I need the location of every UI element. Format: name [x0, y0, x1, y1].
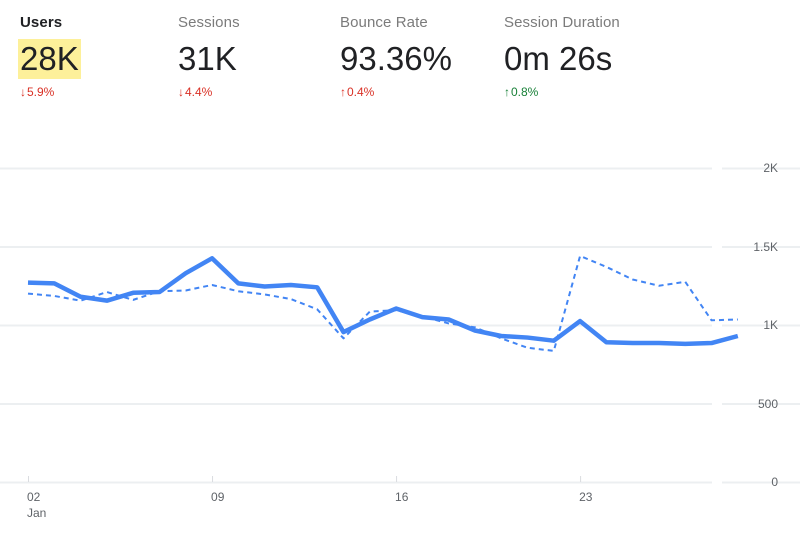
chart-series-layer	[27, 254, 739, 352]
chart-canvas	[0, 167, 800, 484]
scorecard-value: 93.36%	[340, 40, 452, 77]
y-axis-tick-label: 0	[771, 475, 778, 489]
chart-line-current	[27, 256, 739, 347]
x-axis-tick-label: 09	[211, 490, 225, 504]
scorecard-value: 31K	[178, 40, 237, 77]
x-axis-month-label: Jan	[27, 506, 47, 520]
time-series-chart[interactable]: 0 500 1K 1.5K 2K 02 09 16 23 Jan	[0, 130, 800, 540]
arrow-up-icon: ↑	[340, 85, 346, 99]
scorecard-sessions[interactable]: Sessions 31K ↓ 4.4%	[178, 14, 240, 99]
scorecard-bounce-rate[interactable]: Bounce Rate 93.36% ↑ 0.4%	[340, 14, 452, 99]
scorecard-value: 0m 26s	[504, 40, 613, 77]
y-axis-tick-label: 500	[757, 396, 778, 411]
scorecard-label: Session Duration	[504, 14, 620, 31]
y-axis-tick-label: 1K	[763, 318, 778, 332]
scorecard-label: Bounce Rate	[340, 14, 428, 31]
arrow-up-icon: ↑	[504, 85, 510, 99]
chart-line-previous	[27, 254, 738, 352]
scorecard-label: Sessions	[178, 14, 240, 31]
scorecard-value: 28K	[18, 39, 81, 79]
scorecard-delta-value: 5.9%	[27, 85, 55, 99]
arrow-down-icon: ↓	[20, 85, 26, 99]
chart-gridlines	[0, 167, 800, 484]
y-axis-tick-label: 1.5K	[753, 239, 778, 254]
scorecard-label: Users	[20, 14, 63, 31]
x-axis-tick-label: 23	[579, 490, 593, 504]
scorecard-session-duration[interactable]: Session Duration 0m 26s ↑ 0.8%	[504, 14, 620, 99]
scorecard-delta: ↓ 5.9%	[20, 85, 81, 99]
x-axis-tick-label: 16	[395, 490, 409, 504]
scorecard-delta: ↑ 0.8%	[504, 85, 620, 99]
scorecard-delta: ↓ 4.4%	[178, 85, 240, 99]
scorecard-users[interactable]: Users 28K ↓ 5.9%	[18, 14, 81, 99]
y-axis-tick-label: 2K	[763, 161, 778, 175]
x-axis-tick-label: 02	[27, 490, 41, 504]
scorecard-delta-value: 4.4%	[185, 85, 213, 99]
arrow-down-icon: ↓	[178, 85, 184, 99]
scorecard-row: Users 28K ↓ 5.9% Sessions 31K ↓ 4.4% Bou…	[0, 0, 800, 130]
scorecard-delta-value: 0.4%	[347, 85, 375, 99]
scorecard-delta: ↑ 0.4%	[340, 85, 452, 99]
chart-x-ticks	[28, 476, 582, 482]
scorecard-delta-value: 0.8%	[511, 85, 539, 99]
